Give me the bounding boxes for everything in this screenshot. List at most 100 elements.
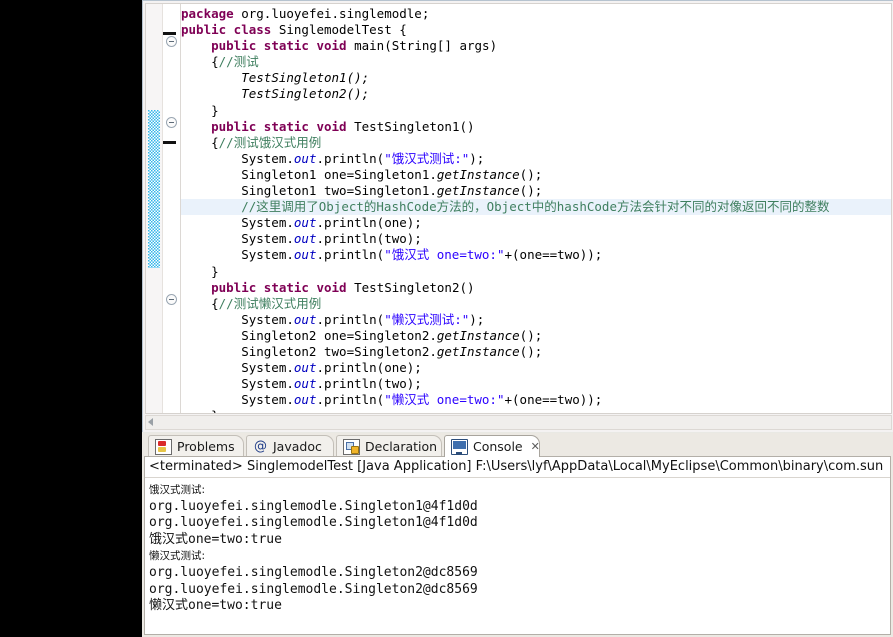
- code-token: public static void: [211, 118, 355, 134]
- code-token: ();: [519, 327, 543, 343]
- code-token: +(one==two));: [504, 247, 603, 263]
- code-token: );: [469, 150, 485, 166]
- view-tab-bar: Problems @ Javadoc Declaration Console ✕: [144, 433, 893, 457]
- code-token: .println(two);: [316, 376, 422, 392]
- code-line[interactable]: System.out.println(one);: [181, 215, 891, 231]
- console-output: 饿汉式测试: org.luoyefei.singlemodle.Singleton…: [145, 478, 890, 615]
- console-view[interactable]: <terminated> SinglemodelTest [Java Appli…: [144, 456, 891, 635]
- code-token: //测试: [218, 54, 259, 70]
- editor-horizontal-scrollbar[interactable]: [145, 415, 892, 430]
- code-token: org.luoyefei.singlemodle;: [241, 6, 430, 21]
- code-token: "懒汉式测试:": [384, 311, 470, 327]
- tab-problems[interactable]: Problems: [148, 435, 244, 457]
- code-line[interactable]: Singleton1 two=Singleton1.getInstance();: [181, 183, 891, 199]
- console-line: 懒汉式测试:: [149, 550, 206, 563]
- tab-label: Declaration: [365, 439, 438, 454]
- folding-ruler[interactable]: [162, 4, 181, 413]
- code-line[interactable]: TestSingleton1();: [181, 70, 891, 86]
- code-token: TestSingleton2();: [241, 86, 370, 102]
- tab-declaration[interactable]: Declaration: [336, 435, 442, 457]
- console-line: org.luoyefei.singlemodle.Singleton1@4f1d…: [149, 515, 478, 531]
- annotation-ruler[interactable]: [146, 4, 162, 413]
- code-line[interactable]: {//测试: [181, 54, 891, 70]
- code-token: "饿汉式 one=two:": [384, 247, 505, 263]
- code-token: }: [181, 263, 219, 279]
- code-token: Singleton2 one=Singleton2.: [181, 327, 437, 343]
- code-line[interactable]: //这里调用了Object的HashCode方法的，Object中的hashCo…: [181, 199, 891, 216]
- code-line[interactable]: System.out.println("饿汉式 one=two:"+(one==…: [181, 247, 891, 263]
- code-token: Singleton1 two=Singleton1.: [181, 183, 437, 199]
- code-token: System.: [181, 392, 294, 408]
- code-token: //测试饿汉式用例: [218, 134, 322, 150]
- tab-javadoc[interactable]: @ Javadoc: [246, 435, 334, 457]
- code-line[interactable]: Singleton2 two=Singleton2.getInstance();: [181, 344, 891, 360]
- code-token: }: [181, 102, 219, 118]
- editor-viewport[interactable]: package org.luoyefei.singlemodle; public …: [145, 3, 892, 414]
- console-line: 饿汉式one=two:true: [149, 531, 282, 547]
- code-token: .println(one);: [316, 360, 422, 376]
- code-token: System.: [181, 231, 294, 247]
- code-line[interactable]: }: [181, 264, 891, 280]
- scroll-left-arrow-icon[interactable]: [148, 418, 153, 426]
- code-line[interactable]: }: [181, 103, 891, 119]
- code-token: out: [293, 247, 317, 263]
- tab-label: Console: [473, 439, 523, 454]
- change-marker: [163, 32, 176, 35]
- console-line: 懒汉式one=two:true: [149, 598, 282, 614]
- screenshot-root: package org.luoyefei.singlemodle; public …: [0, 0, 893, 637]
- code-token: .println(: [316, 311, 385, 327]
- code-line[interactable]: public static void TestSingleton2(): [181, 280, 891, 296]
- console-icon: [451, 438, 468, 455]
- code-token: "饿汉式测试:": [384, 150, 470, 166]
- code-token: TestSingleton1(): [354, 118, 475, 134]
- fold-collapse-icon[interactable]: [166, 36, 177, 47]
- code-line[interactable]: }: [181, 408, 891, 413]
- occurrence-marker-bar[interactable]: [148, 110, 160, 268]
- code-token: out: [293, 376, 317, 392]
- fold-collapse-icon[interactable]: [166, 117, 177, 128]
- code-line[interactable]: System.out.println("懒汉式测试:");: [181, 312, 891, 328]
- code-line[interactable]: System.out.println("懒汉式 one=two:"+(one==…: [181, 392, 891, 408]
- code-token: getInstance: [436, 166, 520, 182]
- code-line[interactable]: package org.luoyefei.singlemodle;: [181, 6, 891, 22]
- console-line: 饿汉式测试:: [149, 484, 206, 496]
- code-token: getInstance: [436, 343, 520, 359]
- code-token: Singleton1 one=Singleton1.: [181, 166, 437, 182]
- code-line[interactable]: public static void TestSingleton1(): [181, 119, 891, 135]
- code-line[interactable]: System.out.println(two);: [181, 231, 891, 247]
- code-line[interactable]: {//测试饿汉式用例: [181, 135, 891, 151]
- code-token: public static void: [211, 38, 355, 54]
- code-token: out: [293, 392, 317, 408]
- problems-icon: [155, 438, 172, 455]
- code-token: SinglemodelTest {: [278, 22, 407, 38]
- code-token: out: [293, 231, 317, 247]
- code-token: out: [293, 311, 317, 327]
- code-token: }: [181, 408, 219, 413]
- code-line[interactable]: System.out.println("饿汉式测试:");: [181, 151, 891, 167]
- fold-collapse-icon[interactable]: [166, 294, 177, 305]
- code-token: public class: [181, 22, 279, 38]
- close-icon[interactable]: ✕: [531, 440, 540, 453]
- code-line[interactable]: System.out.println(one);: [181, 360, 891, 376]
- tab-label: Javadoc: [273, 439, 322, 454]
- code-token: ();: [519, 183, 543, 199]
- declaration-icon: [343, 438, 360, 455]
- code-token: System.: [181, 247, 294, 263]
- code-line[interactable]: public class SinglemodelTest {: [181, 22, 891, 38]
- code-token: //测试懒汉式用例: [218, 295, 322, 311]
- code-line[interactable]: {//测试懒汉式用例: [181, 296, 891, 312]
- source-code-area[interactable]: package org.luoyefei.singlemodle; public …: [181, 4, 891, 413]
- tab-console[interactable]: Console ✕: [444, 435, 540, 457]
- code-line[interactable]: public static void main(String[] args): [181, 38, 891, 54]
- code-line[interactable]: Singleton2 one=Singleton2.getInstance();: [181, 328, 891, 344]
- code-line[interactable]: Singleton1 one=Singleton1.getInstance();: [181, 167, 891, 183]
- code-line[interactable]: System.out.println(two);: [181, 376, 891, 392]
- java-editor: package org.luoyefei.singlemodle; public …: [142, 0, 893, 432]
- code-line[interactable]: TestSingleton2();: [181, 86, 891, 102]
- code-token: getInstance: [436, 183, 520, 199]
- code-token: {: [181, 295, 219, 311]
- code-token: Singleton2 two=Singleton2.: [181, 343, 437, 359]
- code-token: .println(: [316, 150, 385, 166]
